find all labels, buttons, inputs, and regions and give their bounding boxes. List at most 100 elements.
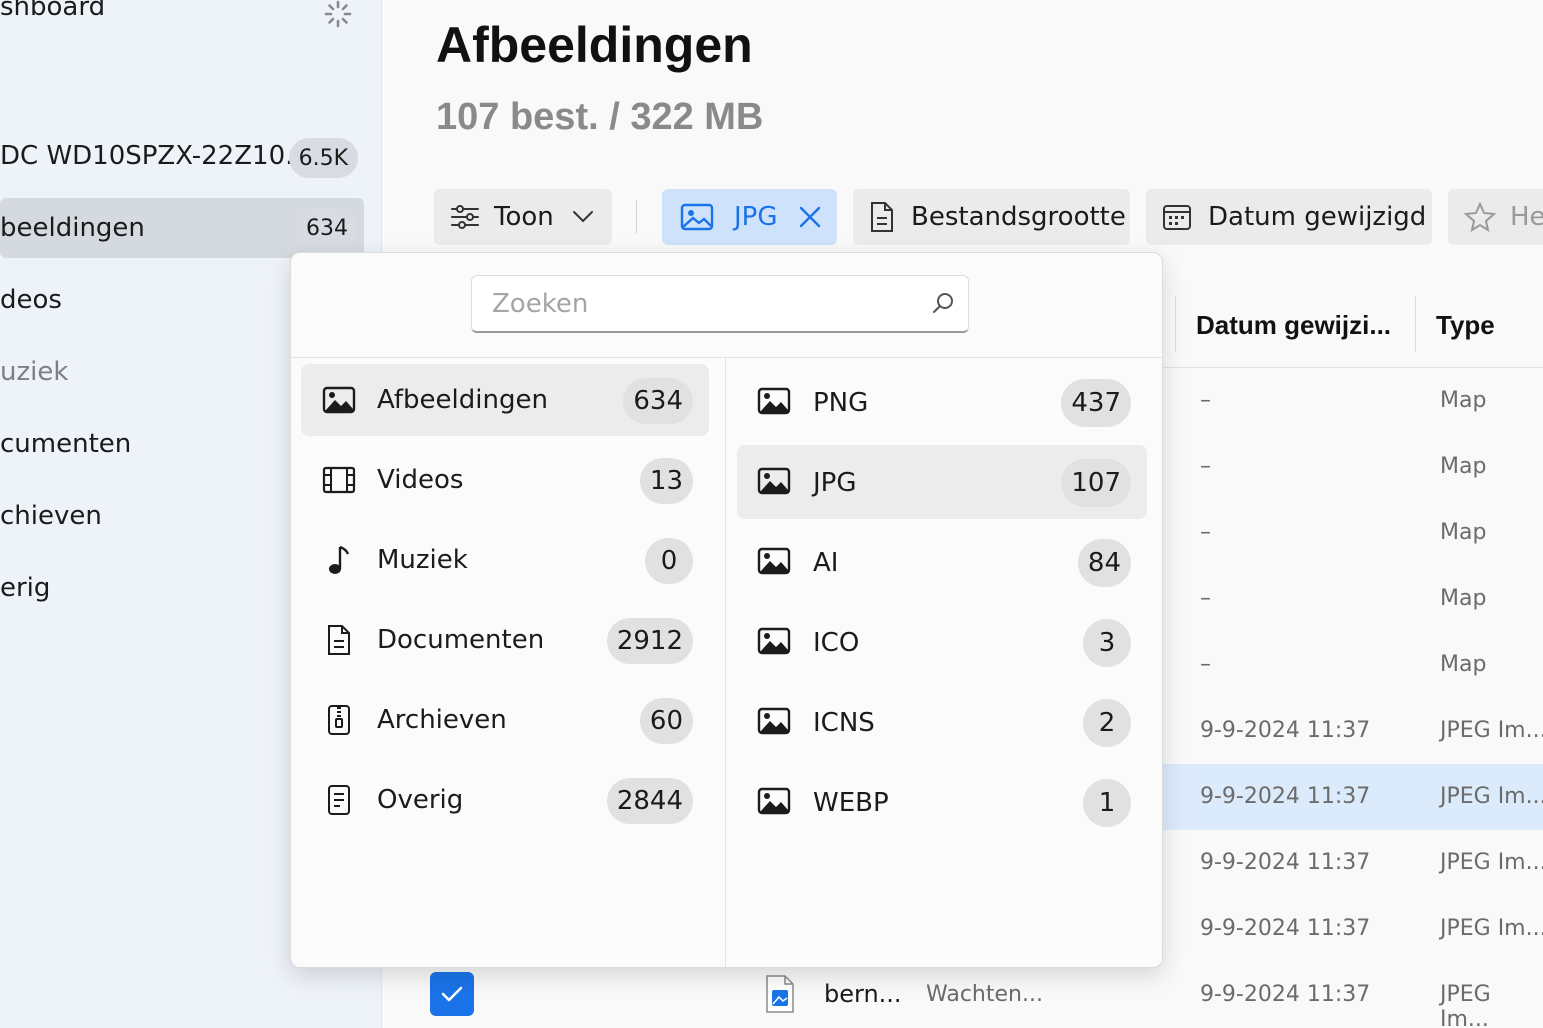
cell-date: – bbox=[1200, 454, 1211, 479]
format-label: ICO bbox=[813, 628, 860, 658]
format-count: 84 bbox=[1077, 539, 1131, 587]
sidebar-item-label: chieven bbox=[0, 501, 102, 531]
format-label: AI bbox=[813, 548, 839, 578]
divider bbox=[725, 358, 726, 968]
page-title: Afbeeldingen bbox=[436, 17, 753, 73]
film-icon bbox=[321, 464, 357, 496]
sidebar-item-images[interactable]: beeldingen 634 bbox=[0, 198, 364, 258]
search-input[interactable] bbox=[492, 286, 912, 322]
table-row[interactable]: – Map bbox=[1163, 566, 1543, 632]
table-row[interactable]: bern... Wachten... 9-9-2024 11:37 JPEG I… bbox=[383, 962, 1543, 1028]
sidebar-item-dashboard[interactable]: shboard bbox=[0, 0, 105, 22]
sidebar-item-label: cumenten bbox=[0, 429, 132, 459]
category-label: Videos bbox=[377, 465, 464, 495]
chevron-down-icon bbox=[572, 211, 593, 223]
format-count: 437 bbox=[1061, 379, 1131, 427]
music-note-icon bbox=[321, 544, 357, 576]
cell-type: JPEG Im... bbox=[1440, 916, 1543, 941]
format-item-ai[interactable]: AI 84 bbox=[737, 525, 1147, 599]
format-item-icns[interactable]: ICNS 2 bbox=[737, 685, 1147, 759]
show-label: Toon bbox=[494, 202, 554, 232]
format-label: ICNS bbox=[813, 708, 875, 738]
image-icon bbox=[757, 787, 791, 815]
favorites-filter-button[interactable]: He bbox=[1448, 189, 1543, 245]
sidebar-item-count: 634 bbox=[296, 208, 358, 248]
toolbar-separator bbox=[636, 200, 637, 234]
category-label: Muziek bbox=[377, 545, 468, 575]
category-item-documents[interactable]: Documenten 2912 bbox=[301, 604, 709, 676]
checkmark-icon bbox=[441, 986, 463, 1002]
category-item-images[interactable]: Afbeeldingen 634 bbox=[301, 364, 709, 436]
format-item-png[interactable]: PNG 437 bbox=[737, 365, 1147, 439]
category-label: Archieven bbox=[377, 705, 507, 735]
sidebar-item-label: uziek bbox=[0, 357, 69, 387]
file-name: bern... bbox=[824, 980, 902, 1008]
table-row[interactable]: 9-9-2024 11:37 JPEG Im... bbox=[1163, 830, 1543, 896]
format-count: 2 bbox=[1083, 699, 1131, 747]
category-label: Overig bbox=[377, 785, 464, 815]
cell-type: JPEG Im... bbox=[1440, 982, 1491, 1028]
star-icon bbox=[1464, 202, 1496, 232]
calendar-icon bbox=[1163, 205, 1191, 230]
table-row[interactable]: – Map bbox=[1163, 632, 1543, 698]
column-divider[interactable] bbox=[1175, 296, 1176, 352]
column-divider[interactable] bbox=[1415, 296, 1416, 352]
cell-type: JPEG Im... bbox=[1440, 850, 1543, 875]
column-header-type[interactable]: Type bbox=[1436, 310, 1495, 341]
cell-date: – bbox=[1200, 652, 1211, 677]
category-count: 2844 bbox=[606, 778, 693, 824]
search-icon bbox=[933, 293, 953, 313]
category-item-music[interactable]: Muziek 0 bbox=[301, 524, 709, 596]
category-item-other[interactable]: Overig 2844 bbox=[301, 764, 709, 836]
jpeg-file-icon bbox=[766, 975, 794, 1013]
filter-chip-jpg[interactable]: JPG bbox=[662, 189, 837, 245]
table-row[interactable]: 9-9-2024 11:37 JPEG Im... bbox=[1163, 896, 1543, 962]
format-item-webp[interactable]: WEBP 1 bbox=[737, 765, 1147, 839]
filesize-label: Bestandsgrootte bbox=[911, 202, 1126, 232]
category-label: Afbeeldingen bbox=[377, 385, 548, 415]
category-count: 0 bbox=[645, 538, 693, 584]
image-icon bbox=[757, 547, 791, 575]
category-count: 13 bbox=[639, 458, 693, 504]
date-modified-label: Datum gewijzigd bbox=[1208, 202, 1427, 232]
sidebar-item-label: erig bbox=[0, 573, 51, 603]
image-icon bbox=[757, 627, 791, 655]
category-count: 2912 bbox=[606, 618, 693, 664]
document-icon bbox=[871, 202, 893, 232]
table-row[interactable]: – Map bbox=[1163, 500, 1543, 566]
sidebar-item-drive[interactable]: DC WD10SPZX-22Z10... 6.5K bbox=[0, 126, 364, 186]
show-dropdown-button[interactable]: Toon bbox=[434, 189, 612, 245]
category-count: 634 bbox=[623, 378, 693, 424]
image-icon bbox=[321, 384, 357, 416]
cell-type: Map bbox=[1440, 388, 1487, 413]
search-field[interactable] bbox=[471, 275, 969, 333]
category-count: 60 bbox=[639, 698, 693, 744]
format-item-jpg[interactable]: JPG 107 bbox=[737, 445, 1147, 519]
date-modified-filter-button[interactable]: Datum gewijzigd bbox=[1146, 189, 1432, 245]
table-row[interactable]: 9-9-2024 11:37 JPEG Im... bbox=[1163, 698, 1543, 764]
cell-date: – bbox=[1200, 520, 1211, 545]
format-label: WEBP bbox=[813, 788, 889, 818]
image-icon bbox=[757, 707, 791, 735]
category-item-videos[interactable]: Videos 13 bbox=[301, 444, 709, 516]
divider bbox=[291, 357, 1162, 358]
cell-date: 9-9-2024 11:37 bbox=[1200, 982, 1371, 1007]
loading-spinner-icon bbox=[324, 0, 352, 28]
category-item-archives[interactable]: Archieven 60 bbox=[301, 684, 709, 756]
format-count: 1 bbox=[1083, 779, 1131, 827]
favorites-label: He bbox=[1510, 202, 1543, 232]
table-row[interactable]: – Map bbox=[1163, 434, 1543, 500]
sliders-icon bbox=[451, 205, 479, 229]
column-header-date[interactable]: Datum gewijzi... bbox=[1196, 310, 1391, 341]
table-row[interactable]: – Map bbox=[1163, 368, 1543, 434]
cell-type: Map bbox=[1440, 520, 1487, 545]
format-item-ico[interactable]: ICO 3 bbox=[737, 605, 1147, 679]
show-dropdown-menu: Afbeeldingen 634 Videos 13 Muziek 0 Docu… bbox=[290, 252, 1163, 968]
close-icon[interactable] bbox=[798, 205, 822, 229]
table-row-selected[interactable]: 9-9-2024 11:37 JPEG Im... bbox=[1163, 764, 1543, 830]
other-file-icon bbox=[321, 784, 357, 816]
document-icon bbox=[321, 624, 357, 656]
format-label: JPG bbox=[813, 468, 857, 498]
filesize-filter-button[interactable]: Bestandsgrootte bbox=[853, 189, 1130, 245]
row-checkbox[interactable] bbox=[430, 972, 474, 1016]
